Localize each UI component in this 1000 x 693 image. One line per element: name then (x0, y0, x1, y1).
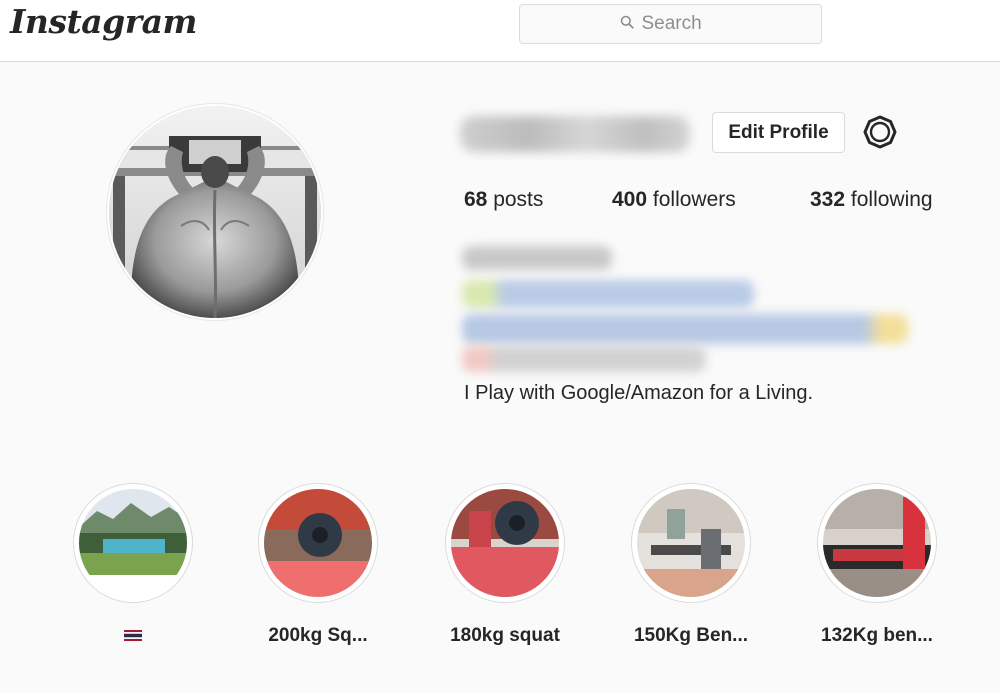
highlight-image-squat-2 (451, 489, 559, 597)
blurred-bio-line-2 (462, 314, 908, 344)
highlight-label: 200kg Sq... (268, 625, 368, 646)
story-highlight[interactable] (53, 483, 213, 647)
story-highlight[interactable]: 132Kg ben... (797, 483, 957, 647)
followers-stat[interactable]: 400 followers (612, 188, 736, 212)
highlight-image-resort (79, 489, 187, 597)
highlight-label: 150Kg Ben... (633, 625, 749, 646)
blurred-bio-line-3 (462, 346, 706, 372)
highlight-image-bench (637, 489, 745, 597)
highlight-cover[interactable] (258, 483, 378, 603)
bio-text: I Play with Google/Amazon for a Living. (464, 382, 814, 404)
blurred-full-name (462, 246, 612, 270)
highlight-image-bench-2 (823, 489, 931, 597)
search-box[interactable] (519, 4, 822, 44)
thailand-flag-icon (124, 625, 142, 641)
instagram-logo[interactable]: Instagram (10, 2, 197, 41)
highlight-cover[interactable] (817, 483, 937, 603)
search-input[interactable] (641, 13, 722, 35)
followers-label: followers (652, 188, 736, 211)
highlight-label: 180kg squat (450, 625, 560, 646)
highlight-label (53, 625, 213, 647)
highlight-cover[interactable] (445, 483, 565, 603)
highlight-cover[interactable] (631, 483, 751, 603)
story-highlight[interactable]: 200kg Sq... (238, 483, 398, 647)
posts-count: 68 (464, 188, 488, 211)
posts-stat: 68 posts (464, 188, 543, 212)
search-icon (620, 15, 642, 34)
following-count: 332 (810, 188, 846, 211)
posts-label: posts (493, 188, 544, 211)
gear-icon (863, 115, 897, 154)
story-highlight[interactable]: 150Kg Ben... (611, 483, 771, 647)
settings-button[interactable] (862, 115, 898, 154)
highlight-cover[interactable] (73, 483, 193, 603)
followers-count: 400 (612, 188, 648, 211)
following-label: following (850, 188, 933, 211)
highlight-image-squat (264, 489, 372, 597)
story-highlight[interactable]: 180kg squat (425, 483, 585, 647)
highlight-label: 132Kg ben... (821, 625, 933, 646)
username-blurred (460, 116, 690, 152)
avatar-image (109, 106, 321, 318)
blurred-bio-line-1 (462, 280, 754, 308)
top-nav: Instagram (0, 0, 1000, 62)
profile-avatar[interactable] (107, 104, 323, 320)
edit-profile-button[interactable]: Edit Profile (712, 112, 845, 153)
following-stat[interactable]: 332 following (810, 188, 933, 212)
